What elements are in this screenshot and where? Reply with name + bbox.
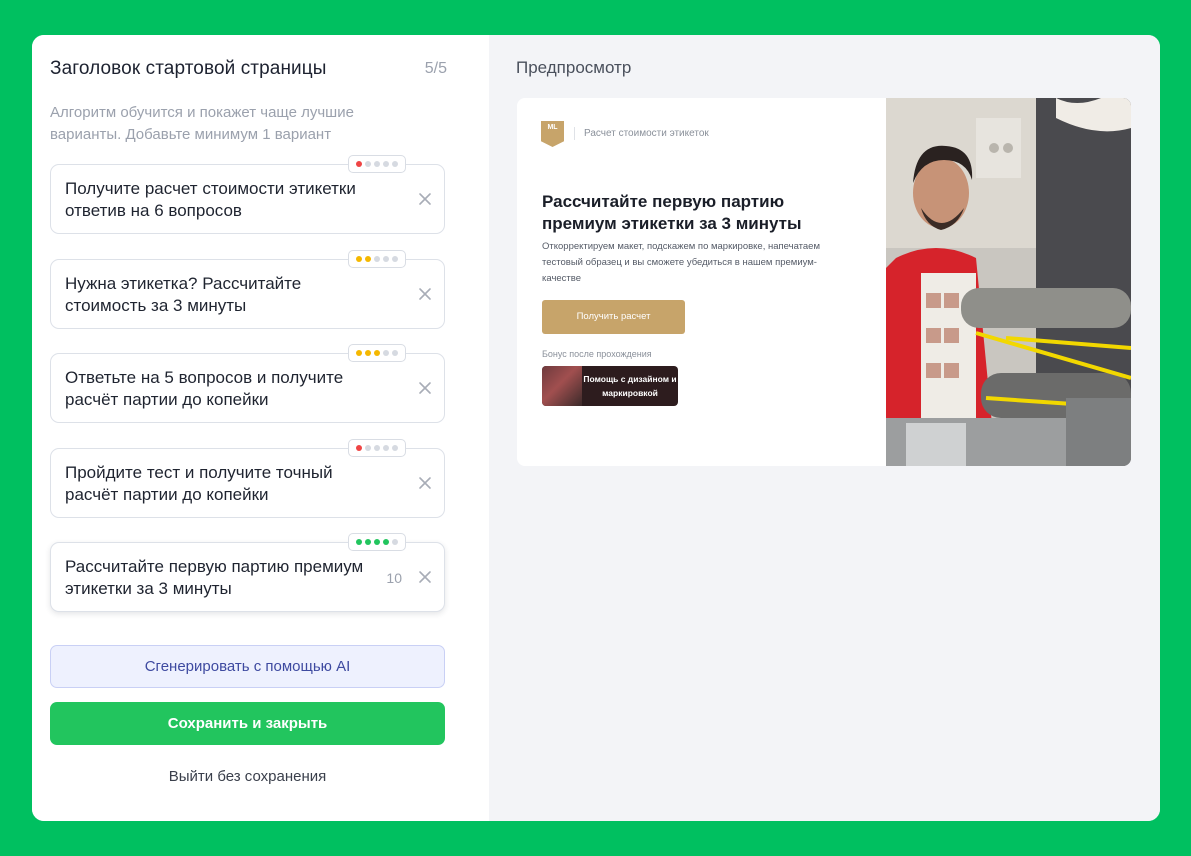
exit-without-saving-button[interactable]: Выйти без сохранения [50, 768, 445, 792]
rating-dot [356, 350, 362, 356]
close-icon[interactable] [416, 568, 434, 586]
photo-illustration [886, 98, 1131, 466]
preview-heading: Рассчитайте первую партию премиум этикет… [542, 192, 802, 233]
rating-dot [392, 161, 398, 167]
variant-item[interactable]: Пройдите тест и получите точный расчёт п… [50, 438, 445, 518]
bonus-text: Помощь с дизайном и маркировкой [583, 374, 677, 398]
get-quote-button[interactable]: Получить расчет [542, 300, 685, 334]
variant-text[interactable]: Пройдите тест и получите точный расчёт п… [65, 462, 365, 506]
variant-item[interactable]: Нужна этикетка? Рассчитайте стоимость за… [50, 249, 445, 329]
rating-dot [365, 255, 371, 262]
rating-dot [365, 350, 371, 356]
rating-indicator [348, 533, 406, 551]
rating-dot [383, 539, 389, 545]
rating-dot [374, 444, 380, 451]
rating-dot [374, 255, 380, 262]
close-icon[interactable] [416, 379, 434, 397]
variant-item[interactable]: Получите расчет стоимости этикетки ответ… [50, 155, 445, 234]
rating-dot [392, 350, 398, 356]
close-icon[interactable] [416, 285, 434, 303]
preview-label: Предпросмотр [516, 58, 632, 77]
rating-dot [392, 539, 398, 545]
variant-text[interactable]: Нужна этикетка? Рассчитайте стоимость за… [65, 273, 365, 317]
rating-dot [365, 539, 371, 545]
preview-description: Откорректируем макет, подскажем по марки… [542, 241, 821, 284]
rating-indicator [348, 438, 406, 457]
rating-dot [374, 350, 380, 356]
rating-indicator [348, 249, 406, 268]
rating-dot [374, 539, 380, 545]
rating-dot [392, 444, 398, 451]
rating-dot [383, 255, 389, 262]
generate-ai-button[interactable]: Сгенерировать с помощью AI [50, 645, 445, 688]
rating-dot [374, 161, 380, 167]
editor-window: Заголовок стартовой страницы 5/5 Алгорит… [32, 35, 1160, 821]
variant-text[interactable]: Ответьте на 5 вопросов и получите расчёт… [65, 367, 365, 411]
bonus-chip: Помощь с дизайном и маркировкой [542, 366, 678, 406]
preview-photo [886, 98, 1131, 466]
rating-dot [356, 444, 362, 451]
bonus-thumbnail [542, 366, 582, 406]
bonus-label: Бонус после прохождения [542, 349, 652, 359]
close-icon[interactable] [416, 190, 434, 208]
variant-text[interactable]: Получите расчет стоимости этикетки ответ… [65, 178, 365, 222]
save-and-close-button[interactable]: Сохранить и закрыть [50, 702, 445, 745]
rating-indicator [348, 344, 406, 362]
char-count: 10 [386, 570, 402, 586]
rating-indicator [348, 155, 406, 173]
variant-item[interactable]: Ответьте на 5 вопросов и получите расчёт… [50, 344, 445, 423]
variant-counter: 5/5 [424, 60, 447, 77]
variant-item-active[interactable]: Рассчитайте первую партию премиум этикет… [50, 533, 445, 612]
rating-dot [365, 161, 371, 167]
preview-card: ML Расчет стоимости этикеток Рассчитайте… [517, 98, 1131, 466]
rating-dot [356, 539, 362, 545]
panel-subtitle: Алгоритм обучится и покажет чаще лучшие … [50, 104, 354, 143]
rating-dot [383, 161, 389, 167]
rating-dot [356, 255, 362, 262]
editor-panel: Заголовок стартовой страницы 5/5 Алгорит… [32, 35, 489, 821]
rating-dot [383, 350, 389, 356]
rating-dot [383, 444, 389, 451]
preview-panel: Предпросмотр ML Расчет стоимости этикето… [489, 35, 1160, 821]
variant-list: Получите расчет стоимости этикетки ответ… [50, 155, 445, 637]
variant-text[interactable]: Рассчитайте первую партию премиум этикет… [65, 556, 365, 600]
rating-dot [365, 444, 371, 451]
rating-dot [392, 255, 398, 262]
logo-divider [574, 127, 575, 140]
brand-logo: ML [541, 121, 564, 147]
panel-title: Заголовок стартовой страницы [50, 58, 327, 79]
rating-dot [356, 161, 362, 167]
preview-card-content: ML Расчет стоимости этикеток Рассчитайте… [517, 98, 886, 466]
close-icon[interactable] [416, 474, 434, 492]
brand-subtitle: Расчет стоимости этикеток [584, 128, 709, 139]
